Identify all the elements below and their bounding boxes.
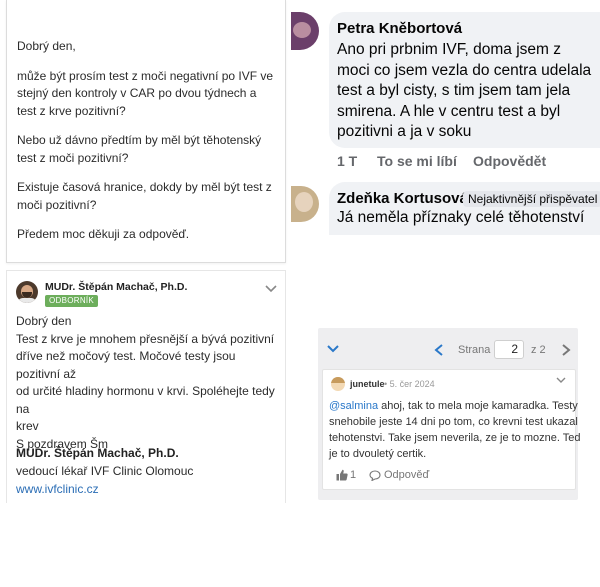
- clinic-link[interactable]: www.ivfclinic.cz: [16, 482, 99, 496]
- mention-link[interactable]: @salmina: [329, 400, 378, 412]
- page-label: Strana: [458, 344, 491, 356]
- doctor-avatar[interactable]: [16, 281, 38, 303]
- post-text: @salmina ahoj, tak to mela moje kamaradk…: [329, 398, 581, 462]
- user-avatar[interactable]: [331, 377, 345, 391]
- answer-line: krev: [16, 419, 39, 433]
- signature-role: vedoucí lékař IVF Clinic Olomouc: [16, 464, 194, 478]
- comment-line: moci co jsem vezla do centra udelala: [337, 61, 592, 79]
- comment-line: pozitivni a ja v soku: [337, 123, 472, 140]
- like-count: 1: [350, 469, 357, 481]
- thumbs-up-icon[interactable]: [336, 469, 348, 481]
- chevron-down-icon[interactable]: [264, 281, 278, 295]
- comment-line: Ano pri prbnim IVF, doma jsem z: [337, 41, 561, 58]
- expert-badge: ODBORNÍK: [45, 295, 99, 307]
- post-line-rest: ahoj, tak to mela moje kamaradka. Testy: [378, 400, 578, 412]
- question-paragraph: Dobrý den,: [17, 39, 76, 53]
- comment-line: smirena. A hle v centru test a byl: [337, 102, 561, 120]
- commenter-avatar[interactable]: [291, 12, 319, 50]
- comment-text: Já neměla příznaky celé těhotenství: [337, 209, 585, 226]
- commenter-avatar[interactable]: [291, 186, 319, 222]
- answer-line: Test z krve je mnohem přesnější a bývá p…: [16, 331, 275, 346]
- post-line: tehotenstvi. Take jsem neverila, ze je t…: [329, 432, 581, 444]
- question-paragraph: Předem moc děkuji za odpověď.: [17, 227, 190, 241]
- chevron-down-icon[interactable]: [326, 343, 340, 355]
- post-line: @salmina ahoj, tak to mela moje kamaradk…: [329, 398, 578, 414]
- chevron-down-icon[interactable]: [556, 376, 566, 384]
- comment-reaction-time[interactable]: 1 T: [337, 153, 357, 169]
- comment-author[interactable]: Zdeňka Kortusová: [337, 190, 468, 207]
- post-line: je to dvouletý certik.: [329, 448, 427, 460]
- chevron-right-icon[interactable]: [560, 343, 572, 357]
- top-contributor-badge: Nejaktivnější přispěvatel: [463, 191, 600, 207]
- like-button[interactable]: To se mi líbí: [377, 153, 457, 169]
- question-text: Dobrý den, může být prosím test z moči n…: [17, 38, 279, 256]
- reply-button[interactable]: Odpovědět: [473, 153, 546, 169]
- question-paragraph: Nebo už dávno předtím by měl být těhoten…: [17, 133, 262, 165]
- chevron-left-icon[interactable]: [433, 343, 445, 357]
- answer-line: od určité hladiny hormonu v krvi. Spoléh…: [16, 384, 275, 416]
- comment-author[interactable]: Petra Kněbortová: [337, 20, 462, 37]
- speech-bubble-icon[interactable]: [369, 470, 381, 481]
- doctor-name[interactable]: MUDr. Štěpán Machač, Ph.D.: [45, 281, 187, 293]
- answer-text: Dobrý den Test z krve je mnohem přesnějš…: [16, 313, 280, 453]
- question-paragraph: může být prosím test z moči negativní po…: [17, 68, 274, 118]
- post-username[interactable]: junetule: [350, 379, 385, 389]
- answer-line: Dobrý den: [16, 314, 72, 328]
- comment-text: Ano pri prbnim IVF, doma jsem z moci co …: [337, 40, 600, 143]
- answer-line: dříve než močový test. Močové testy jsou…: [16, 349, 236, 381]
- signature-name: MUDr. Štěpán Machač, Ph.D.: [16, 446, 179, 460]
- question-card: Dobrý den, může být prosím test z moči n…: [6, 0, 286, 263]
- post-line: snehobile jeste 14 dni po tom, co krevni…: [329, 416, 578, 428]
- comment-line: test a byl cisty, s tim jsem tam jela: [337, 82, 571, 99]
- question-paragraph: Existuje časová hranice, dokdy by měl bý…: [17, 180, 272, 212]
- page-number-input[interactable]: 2: [494, 340, 524, 359]
- post-date: • 5. čer 2024: [384, 379, 435, 389]
- reply-button[interactable]: Odpověď: [384, 469, 429, 481]
- page-total: z 2: [531, 344, 546, 356]
